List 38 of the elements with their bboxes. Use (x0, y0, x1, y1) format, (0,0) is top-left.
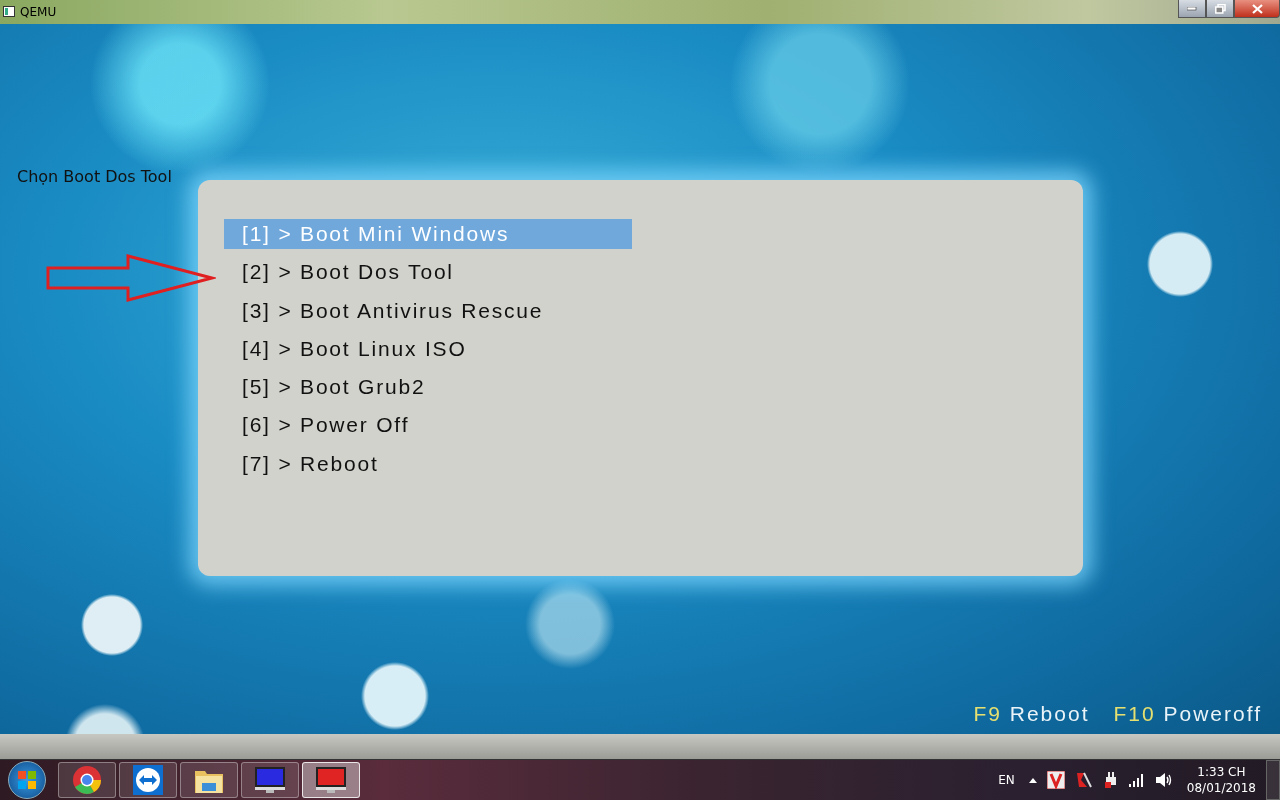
taskbar-app-button[interactable] (180, 762, 238, 798)
caret-icon[interactable] (1028, 777, 1037, 783)
browser-icon (72, 765, 102, 795)
boot-menu-item[interactable]: [5] > Boot Grub2 (224, 372, 632, 403)
clock-date: 08/01/2018 (1186, 780, 1256, 796)
annotation-text: Chọn Boot Dos Tool (17, 166, 172, 186)
close-button[interactable] (1234, 0, 1280, 18)
double-arrow-icon (133, 765, 163, 795)
hotkey-hint: F10 Poweroff (1113, 702, 1262, 727)
close-icon (1251, 3, 1263, 14)
taskbar-app-button[interactable] (119, 762, 177, 798)
antivirus-icon[interactable] (1046, 771, 1065, 789)
taskbar-app-button[interactable] (58, 762, 116, 798)
boot-menu-item[interactable]: [2] > Boot Dos Tool (224, 257, 632, 288)
taskbar-app-button[interactable] (302, 762, 360, 798)
boot-menu-item[interactable]: [7] > Reboot (224, 448, 632, 479)
boot-menu-item[interactable]: [4] > Boot Linux ISO (224, 333, 632, 364)
boot-menu-item[interactable]: [6] > Power Off (224, 410, 632, 441)
taskbar-app-button[interactable] (241, 762, 299, 798)
signal-icon[interactable] (1128, 773, 1145, 787)
window-title: QEMU (20, 5, 57, 19)
clock[interactable]: 1:33 CH 08/01/2018 (1186, 764, 1256, 796)
restore-button[interactable] (1206, 0, 1234, 18)
restore-icon (1214, 3, 1226, 14)
minimize-button[interactable] (1178, 0, 1206, 18)
power-plug-icon[interactable] (1102, 771, 1119, 789)
hotkey-hint: F9 Reboot (973, 702, 1090, 727)
arrow-icon (46, 253, 216, 302)
clock-time: 1:33 CH (1197, 764, 1246, 780)
start-button[interactable] (8, 761, 46, 799)
monitor-icon (253, 765, 287, 795)
window-icon (3, 6, 15, 18)
windows-logo (17, 770, 37, 790)
monitor-icon (314, 765, 348, 795)
boot-menu-item[interactable]: [3] > Boot Antivirus Rescue (224, 295, 632, 326)
minimize-icon (1187, 6, 1197, 11)
speaker-icon[interactable] (1154, 772, 1173, 788)
language-indicator[interactable]: EN (998, 773, 1015, 787)
